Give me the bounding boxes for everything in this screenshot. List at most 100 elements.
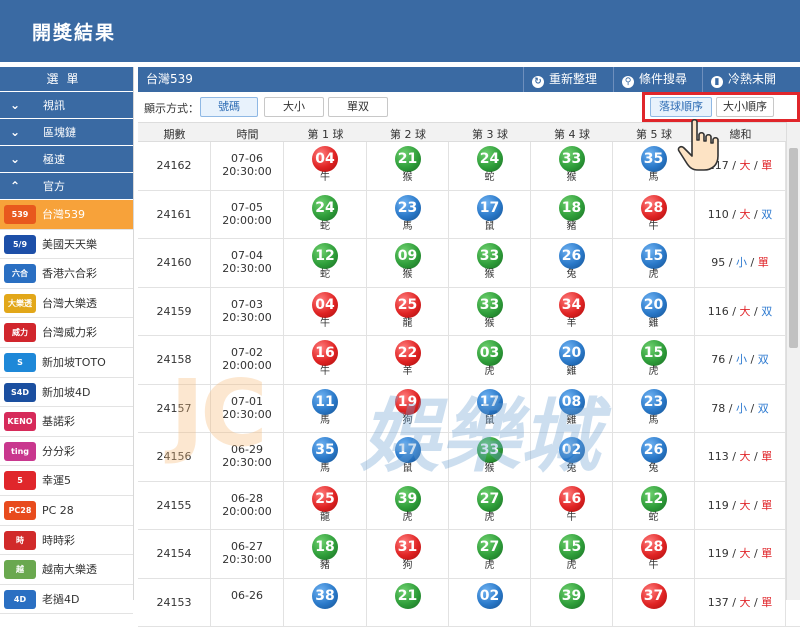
ball-cell: 23馬: [613, 385, 695, 433]
mode-size-button[interactable]: 大小: [264, 97, 324, 117]
zodiac-label: 羊: [531, 318, 612, 330]
table-row: 2416007-0420:30:0012蛇09猴33猴26兔15虎95 / 小 …: [138, 239, 800, 288]
lottery-ball: 26: [641, 437, 667, 463]
ball-cell: 28牛: [613, 530, 695, 578]
lottery-logo-icon: 大樂透: [4, 294, 36, 313]
sidebar-item-1[interactable]: 5/9 美國天天樂: [0, 230, 133, 260]
zodiac-label: 馬: [613, 415, 694, 427]
sidebar-category-2[interactable]: ⌄極速: [0, 146, 133, 173]
ball-cell: 33猴: [449, 288, 531, 336]
page-header: 開獎結果: [0, 0, 800, 62]
table-row: 2415907-0320:30:0004牛25龍33猴34羊20雞116 / 大…: [138, 288, 800, 337]
draw-time: 20:30:00: [211, 262, 283, 275]
lottery-ball: 02: [559, 437, 585, 463]
size-result: 大: [740, 547, 751, 560]
zodiac-label: 雞: [531, 366, 612, 378]
ball-cell: 27虎: [449, 530, 531, 578]
ball-cell: 33猴: [449, 239, 531, 287]
lottery-ball: 27: [477, 534, 503, 560]
lottery-logo-icon: 5/9: [4, 235, 36, 254]
zodiac-label: 虎: [367, 512, 448, 524]
sidebar-item-10[interactable]: PC28PC 28: [0, 496, 133, 526]
zodiac-label: 牛: [613, 221, 694, 233]
chevron-up-icon: ⌃: [10, 173, 20, 200]
sidebar-category-3[interactable]: ⌃ 官方: [0, 173, 133, 200]
zodiac-label: 龍: [367, 318, 448, 330]
sidebar-item-label: 美國天天樂: [42, 238, 97, 251]
sidebar-category-0[interactable]: ⌄視訊: [0, 92, 133, 119]
hand-pointer-icon: [674, 118, 724, 173]
size-result: 小: [736, 353, 747, 366]
draw-date: 07-05: [211, 201, 283, 214]
parity-result: 單: [758, 256, 769, 269]
scrollbar-thumb[interactable]: [789, 148, 798, 348]
draw-date: 07-03: [211, 298, 283, 311]
ball-cell: 25龍: [367, 288, 449, 336]
sidebar-item-7[interactable]: KENO基諾彩: [0, 407, 133, 437]
hot-cold-button[interactable]: ▮冷熱未開: [702, 67, 776, 92]
size-result: 大: [740, 208, 751, 221]
sidebar-item-0[interactable]: 539台灣539: [0, 200, 133, 230]
sum-value: 78: [711, 402, 725, 415]
sum-cell: 113 / 大 / 單: [695, 433, 786, 481]
lottery-ball: 03: [477, 340, 503, 366]
lottery-ball: 16: [312, 340, 338, 366]
zodiac-label: 蛇: [613, 512, 694, 524]
parity-result: 單: [761, 499, 772, 512]
zodiac-label: 龍: [284, 512, 366, 524]
zodiac-label: 猴: [449, 463, 530, 475]
scrollbar[interactable]: [786, 122, 800, 600]
ball-cell: 23馬: [367, 191, 449, 239]
sidebar-item-5[interactable]: S新加坡TOTO: [0, 348, 133, 378]
lottery-ball: 18: [312, 534, 338, 560]
issue-cell: 24161: [138, 191, 211, 239]
zodiac-label: 蛇: [449, 172, 530, 184]
time-cell: 07-0620:30:00: [211, 142, 284, 190]
zodiac-label: 鼠: [449, 415, 530, 427]
display-mode-label: 顯示方式：: [144, 100, 199, 116]
ball-cell: 12蛇: [613, 482, 695, 530]
mode-parity-button[interactable]: 單双: [328, 97, 388, 117]
sum-value: 113: [708, 450, 729, 463]
sidebar-item-6[interactable]: S4D新加坡4D: [0, 378, 133, 408]
sidebar-item-2[interactable]: 六合香港六合彩: [0, 259, 133, 289]
condition-search-button[interactable]: ⚲條件搜尋: [613, 67, 687, 92]
lottery-ball: 28: [641, 195, 667, 221]
refresh-button[interactable]: ↻重新整理: [523, 67, 597, 92]
sidebar-item-11[interactable]: 時時時彩: [0, 526, 133, 556]
condition-search-label: 條件搜尋: [639, 72, 687, 86]
sidebar-item-8[interactable]: ting分分彩: [0, 437, 133, 467]
sidebar-category-label: 區塊鏈: [43, 126, 76, 139]
sidebar-item-12[interactable]: 越越南大樂透: [0, 555, 133, 585]
ball-cell: 27虎: [449, 482, 531, 530]
lottery-ball: 26: [559, 243, 585, 269]
parity-result: 双: [761, 208, 772, 221]
sidebar-item-label: 新加坡TOTO: [42, 356, 106, 369]
time-cell: 07-0320:30:00: [211, 288, 284, 336]
lottery-ball: 35: [641, 146, 667, 172]
sidebar-category-1[interactable]: ⌄區塊鏈: [0, 119, 133, 146]
draw-date: 06-28: [211, 492, 283, 505]
zodiac-label: 虎: [613, 366, 694, 378]
sidebar-category-label: 官方: [43, 180, 65, 193]
sidebar-item-label: 老撾4D: [42, 593, 79, 606]
sidebar-item-4[interactable]: 威力台灣威力彩: [0, 318, 133, 348]
lottery-logo-icon: ting: [4, 442, 36, 461]
issue-cell: 24160: [138, 239, 211, 287]
lottery-ball: 35: [312, 437, 338, 463]
lottery-ball: 20: [641, 292, 667, 318]
time-cell: 06-2720:30:00: [211, 530, 284, 578]
sidebar-category-label: 視訊: [43, 99, 65, 112]
parity-result: 双: [758, 402, 769, 415]
refresh-icon: ↻: [532, 76, 544, 88]
sidebar-item-label: 台灣威力彩: [42, 326, 97, 339]
draw-date: 07-06: [211, 152, 283, 165]
lottery-ball: 22: [395, 340, 421, 366]
ball-cell: 26兔: [531, 239, 613, 287]
sidebar-item-label: 台灣大樂透: [42, 297, 97, 310]
parity-result: 單: [761, 596, 772, 609]
lottery-ball: 25: [395, 292, 421, 318]
sidebar-item-9[interactable]: 5幸運5: [0, 466, 133, 496]
sidebar-item-3[interactable]: 大樂透台灣大樂透: [0, 289, 133, 319]
mode-number-button[interactable]: 號碼: [200, 97, 258, 117]
